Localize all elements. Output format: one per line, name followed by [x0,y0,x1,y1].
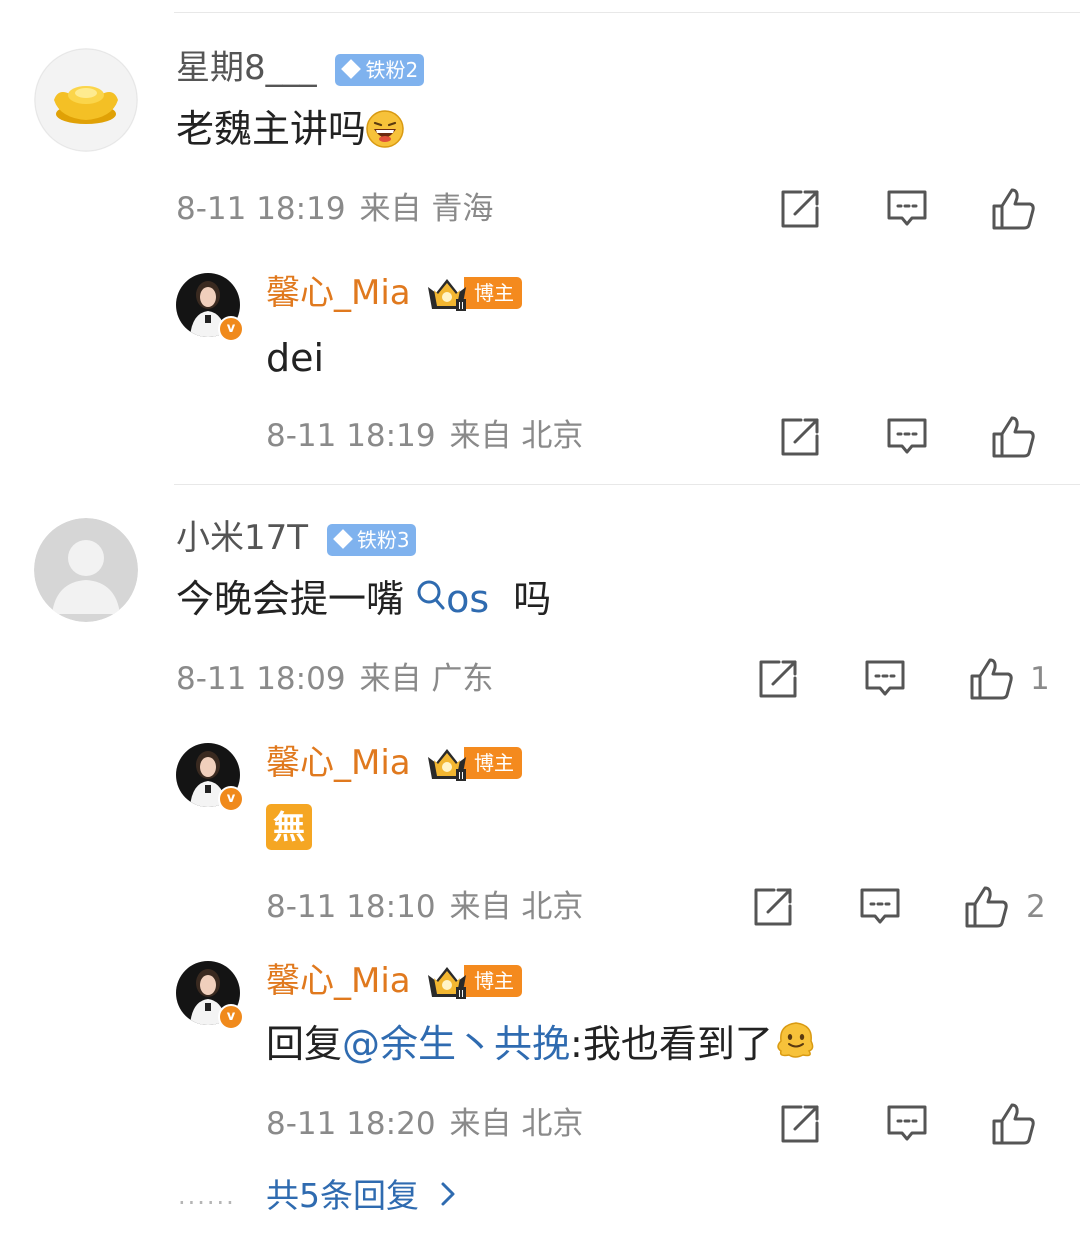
commenter-username[interactable]: 小米17T 铁粉3 [176,518,416,558]
share-icon[interactable] [755,656,801,702]
comment-icon[interactable] [862,656,908,702]
search-icon [416,576,446,622]
reply-meta: 8-11 18:10 来自 北京 [266,889,584,925]
like-icon[interactable] [963,884,1009,930]
like-count: 2 [1026,889,1046,925]
share-icon[interactable] [777,1101,823,1147]
chevron-right-icon [440,1176,456,1216]
reply-username[interactable]: 馨心_Mia [266,743,411,783]
verified-badge-icon: v [218,316,244,342]
timestamp: 8-11 18:19 [176,191,346,227]
timestamp: 8-11 18:10 [266,889,436,925]
reply-username[interactable]: 馨心_Mia [266,961,411,1001]
reply-sticker[interactable]: 無 [266,804,312,850]
reply-text[interactable]: 回复@余生丶共挽:我也看到了 [266,1021,817,1072]
comment-meta: 8-11 18:09 来自 广东 [176,661,494,697]
blogger-badge[interactable]: II 博主 [426,745,522,782]
view-more-replies-link[interactable]: 共5条回复 [266,1176,456,1218]
crown-icon: II [426,963,468,1000]
location: 广东 [431,661,494,697]
laughing-emoji-icon [366,109,404,148]
crown-icon: II [426,745,468,782]
svg-text:II: II [458,989,464,999]
share-icon[interactable] [777,414,823,460]
share-icon[interactable] [777,186,823,232]
wu-sticker-icon: 無 [266,804,312,850]
crown-icon: II [426,275,468,312]
search-link[interactable]: os [416,577,489,621]
username-text[interactable]: 星期8___ [176,48,317,88]
melting-face-emoji-icon [775,1019,817,1069]
location: 青海 [431,191,494,227]
verified-badge-icon: v [218,1004,244,1030]
username-text[interactable]: 小米17T [176,518,308,558]
comment-icon[interactable] [857,884,903,930]
comment-text[interactable]: 今晚会提一嘴 os 吗 [176,576,551,625]
share-icon[interactable] [750,884,796,930]
reply-text[interactable]: dei [266,335,324,381]
comment-meta: 8-11 18:19 来自 青海 [176,191,494,227]
location: 北京 [521,418,584,454]
timestamp: 8-11 18:20 [266,1106,436,1142]
like-icon[interactable] [990,1101,1036,1147]
timestamp: 8-11 18:19 [266,418,436,454]
like-icon[interactable] [990,414,1036,460]
fan-badge[interactable]: 铁粉2 [335,53,425,86]
location: 北京 [521,889,584,925]
location: 北京 [521,1106,584,1142]
fan-badge[interactable]: 铁粉3 [326,523,416,556]
svg-text:II: II [458,771,464,781]
diamond-icon [332,529,353,549]
comment-divider [174,484,1080,485]
more-dots: ...... [178,1182,236,1210]
like-icon[interactable] [968,656,1014,702]
comment-icon[interactable] [884,1101,930,1147]
commenter-username[interactable]: 星期8___ 铁粉2 [176,48,425,88]
comment-text[interactable]: 老魏主讲吗 [176,106,404,152]
reply-meta: 8-11 18:20 来自 北京 [266,1106,584,1142]
top-divider [174,12,1080,13]
verified-badge-icon: v [218,786,244,812]
blogger-badge[interactable]: II 博主 [426,963,522,1000]
svg-text:II: II [458,301,464,311]
avatar-gold-ingot[interactable] [34,48,138,152]
like-count: 1 [1030,661,1050,697]
mention-link[interactable]: @余生丶共挽 [342,1022,570,1066]
reply-meta: 8-11 18:19 来自 北京 [266,418,584,454]
comment-icon[interactable] [884,414,930,460]
comment-icon[interactable] [884,186,930,232]
timestamp: 8-11 18:09 [176,661,346,697]
reply-username[interactable]: 馨心_Mia [266,273,411,313]
avatar-default[interactable] [34,518,138,622]
like-icon[interactable] [990,186,1036,232]
blogger-badge[interactable]: II 博主 [426,275,522,312]
diamond-icon [341,59,362,79]
